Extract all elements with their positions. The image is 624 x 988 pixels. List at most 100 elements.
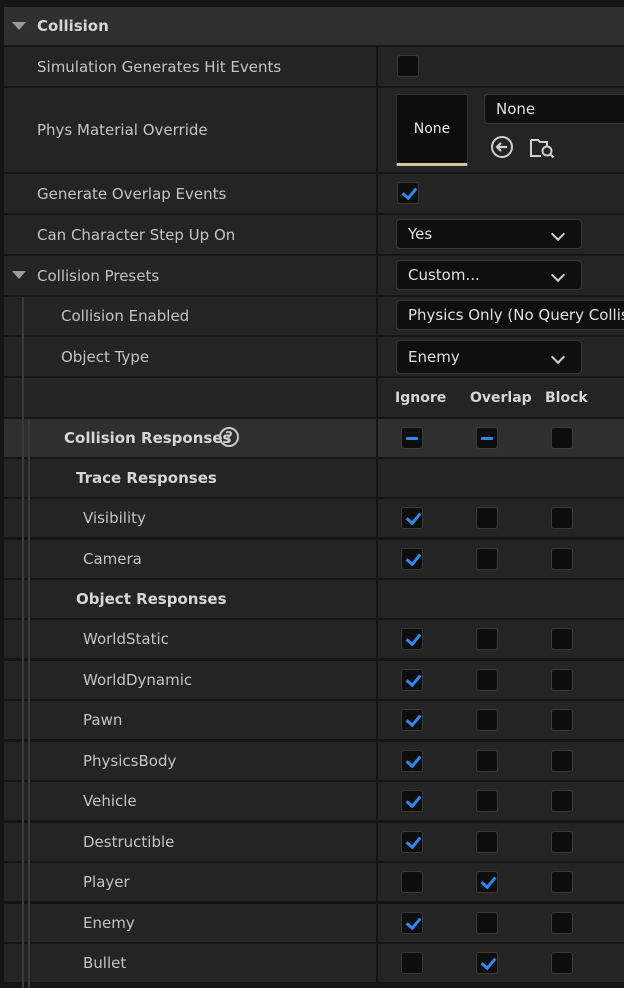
block-checkbox[interactable] <box>551 709 573 731</box>
response-channel-label: Vehicle <box>83 792 137 810</box>
ignore-checkbox[interactable] <box>401 750 423 772</box>
block-checkbox[interactable] <box>551 831 573 853</box>
collision-enabled-value: Physics Only (No Query Collision) <box>408 306 624 324</box>
trace-responses-label: Trace Responses <box>76 469 217 487</box>
collapse-arrow-icon[interactable] <box>12 22 26 30</box>
response-channel-label: Visibility <box>83 509 146 527</box>
help-icon[interactable]: ? <box>219 427 239 447</box>
block-checkbox[interactable] <box>551 507 573 529</box>
overlap-checkbox[interactable] <box>476 831 498 853</box>
ignore-checkbox[interactable] <box>401 952 423 974</box>
response-row: Destructible <box>4 823 624 861</box>
response-channel-label: PhysicsBody <box>83 752 177 770</box>
overlap-checkbox[interactable] <box>476 750 498 772</box>
ignore-checkbox[interactable] <box>401 548 423 570</box>
ignore-checkbox[interactable] <box>401 628 423 650</box>
phys-material-label: Phys Material Override <box>37 121 208 139</box>
ignore-checkbox[interactable] <box>401 709 423 731</box>
object-responses-label: Object Responses <box>76 590 227 608</box>
response-channel-label: WorldStatic <box>83 630 169 648</box>
column-overlap: Overlap <box>470 389 532 406</box>
column-ignore: Ignore <box>395 389 447 406</box>
chevron-down-icon <box>550 267 566 283</box>
object-type-value: Enemy <box>408 348 460 366</box>
overlap-checkbox[interactable] <box>476 912 498 934</box>
response-row: WorldStatic <box>4 620 624 658</box>
overlap-checkbox[interactable] <box>476 871 498 893</box>
all-ignore-checkbox[interactable] <box>401 427 423 449</box>
response-channel-label: Destructible <box>83 833 175 851</box>
overlap-checkbox[interactable] <box>476 790 498 812</box>
block-checkbox[interactable] <box>551 912 573 934</box>
response-channel-label: WorldDynamic <box>83 671 193 689</box>
all-block-checkbox[interactable] <box>551 427 573 449</box>
overlap-events-label: Generate Overlap Events <box>37 184 227 203</box>
sim-hit-events-label: Simulation Generates Hit Events <box>37 57 282 76</box>
response-row: Camera <box>4 540 624 578</box>
object-responses-row: Object Responses <box>4 580 624 618</box>
category-title: Collision <box>37 17 109 35</box>
overlap-checkbox[interactable] <box>476 628 498 650</box>
thumbnail-text: None <box>413 121 451 137</box>
trace-responses-row: Trace Responses <box>4 459 624 497</box>
chevron-down-icon <box>550 226 566 242</box>
overlap-events-checkbox[interactable] <box>397 182 419 204</box>
use-selected-asset-icon[interactable] <box>490 135 514 159</box>
ignore-checkbox[interactable] <box>401 790 423 812</box>
response-channel-label: Camera <box>83 550 142 568</box>
response-row: Player <box>4 863 624 901</box>
overlap-checkbox[interactable] <box>476 709 498 731</box>
object-type-row: Object Type Enemy <box>4 337 624 376</box>
response-row: WorldDynamic <box>4 661 624 699</box>
collision-category-header[interactable]: Collision <box>4 7 624 45</box>
block-checkbox[interactable] <box>551 790 573 812</box>
response-row: Bullet <box>4 944 624 982</box>
step-up-label: Can Character Step Up On <box>37 225 236 244</box>
step-up-value: Yes <box>408 225 433 243</box>
overlap-checkbox[interactable] <box>476 548 498 570</box>
phys-material-picker[interactable]: None <box>484 94 624 124</box>
ignore-checkbox[interactable] <box>401 871 423 893</box>
block-checkbox[interactable] <box>551 628 573 650</box>
overlap-events-row: Generate Overlap Events <box>4 174 624 213</box>
phys-material-value: None <box>496 100 536 118</box>
response-channel-label: Player <box>83 873 130 891</box>
block-checkbox[interactable] <box>551 669 573 691</box>
response-row: Vehicle <box>4 782 624 820</box>
collision-enabled-row: Collision Enabled Physics Only (No Query… <box>4 297 624 335</box>
response-channel-label: Pawn <box>83 711 123 729</box>
presets-value: Custom... <box>408 266 480 284</box>
collision-enabled-dropdown[interactable]: Physics Only (No Query Collision) <box>396 300 624 330</box>
step-up-row: Can Character Step Up On Yes <box>4 215 624 254</box>
indent-guide <box>28 419 30 988</box>
response-channel-label: Enemy <box>83 914 135 932</box>
ignore-checkbox[interactable] <box>401 831 423 853</box>
response-row: Visibility <box>4 499 624 537</box>
sim-hit-events-checkbox[interactable] <box>397 55 419 77</box>
block-checkbox[interactable] <box>551 750 573 772</box>
column-block: Block <box>545 389 588 406</box>
ignore-checkbox[interactable] <box>401 669 423 691</box>
browse-asset-icon[interactable] <box>528 133 556 161</box>
response-row: Pawn <box>4 701 624 739</box>
block-checkbox[interactable] <box>551 548 573 570</box>
phys-material-row: Phys Material Override None None <box>4 88 624 172</box>
chevron-down-icon <box>550 349 566 365</box>
collapse-arrow-icon[interactable] <box>12 271 26 279</box>
indent-guide <box>22 297 24 988</box>
block-checkbox[interactable] <box>551 952 573 974</box>
overlap-checkbox[interactable] <box>476 669 498 691</box>
block-checkbox[interactable] <box>551 871 573 893</box>
object-type-dropdown[interactable]: Enemy <box>396 340 582 374</box>
overlap-checkbox[interactable] <box>476 507 498 529</box>
step-up-dropdown[interactable]: Yes <box>396 219 582 249</box>
phys-material-thumbnail[interactable]: None <box>396 94 468 166</box>
all-overlap-checkbox[interactable] <box>476 427 498 449</box>
presets-dropdown[interactable]: Custom... <box>396 260 582 290</box>
overlap-checkbox[interactable] <box>476 952 498 974</box>
ignore-checkbox[interactable] <box>401 507 423 529</box>
presets-row: Collision Presets Custom... <box>4 256 624 295</box>
object-type-label: Object Type <box>61 347 150 366</box>
response-row: PhysicsBody <box>4 742 624 780</box>
ignore-checkbox[interactable] <box>401 912 423 934</box>
